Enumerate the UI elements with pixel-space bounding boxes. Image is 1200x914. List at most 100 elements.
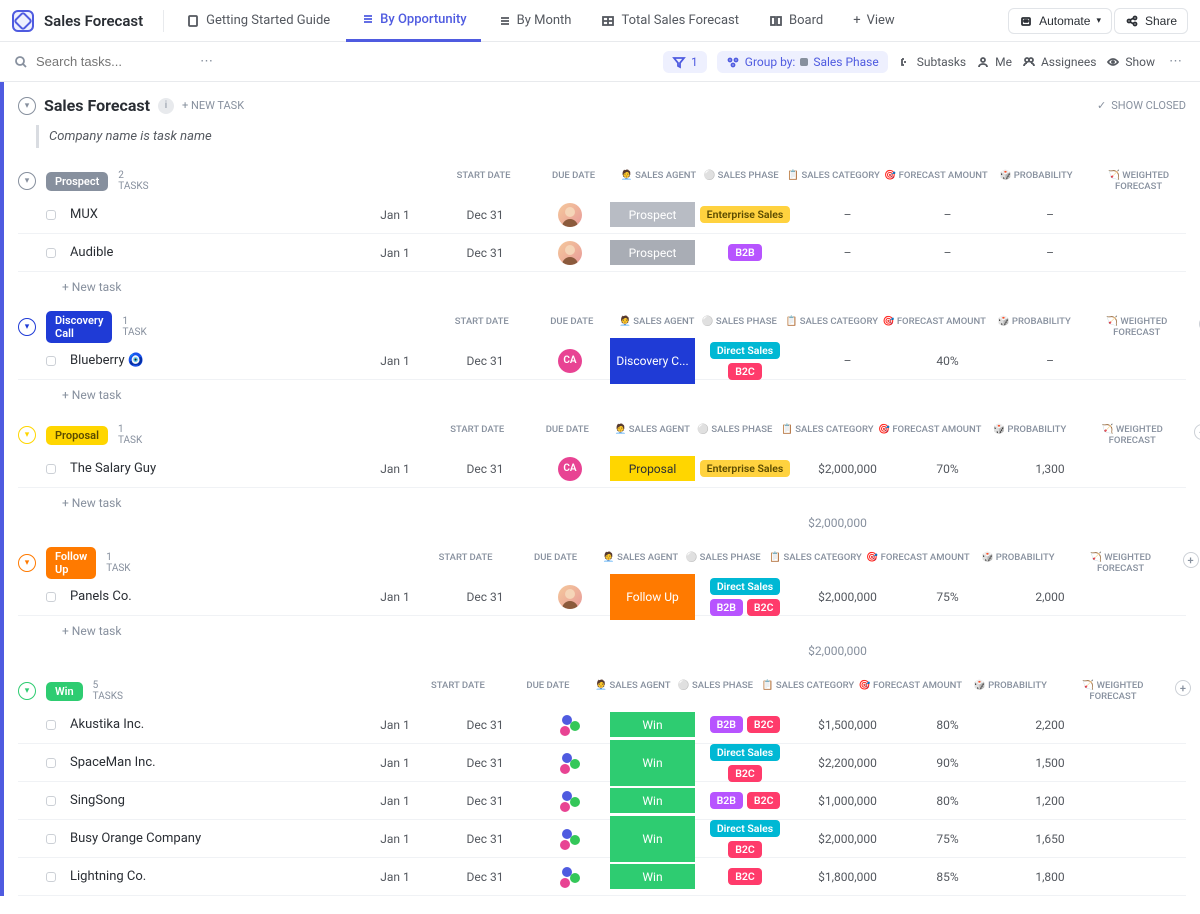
probability-cell[interactable]: 80% xyxy=(900,718,995,732)
task-name[interactable]: Akustika Inc. xyxy=(70,717,350,732)
tab-board[interactable]: Board xyxy=(755,0,837,42)
avatar-group[interactable] xyxy=(558,865,582,889)
task-name[interactable]: Lightning Co. xyxy=(70,869,350,884)
task-name[interactable]: SingSong xyxy=(70,793,350,808)
phase-cell[interactable]: Win xyxy=(610,712,695,737)
category-tag[interactable]: B2C xyxy=(747,716,781,733)
status-checkbox[interactable] xyxy=(46,356,56,366)
category-cell[interactable]: Direct SalesB2C xyxy=(695,338,795,384)
weighted-cell[interactable]: – xyxy=(995,246,1105,260)
group-badge[interactable]: Proposal xyxy=(46,426,108,445)
toolbar-more-icon[interactable]: ⋯ xyxy=(1165,50,1186,73)
add-column-button[interactable]: + xyxy=(1194,424,1200,440)
status-checkbox[interactable] xyxy=(46,210,56,220)
task-row[interactable]: Busy Orange Company Jan 1 Dec 31 Win Dir… xyxy=(18,820,1186,858)
probability-cell[interactable]: 40% xyxy=(900,354,995,368)
avatar-group[interactable] xyxy=(558,751,582,775)
avatar[interactable] xyxy=(558,585,582,609)
task-row[interactable]: MUX Jan 1 Dec 31 Prospect Enterprise Sal… xyxy=(18,196,1186,234)
category-cell[interactable]: Enterprise Sales xyxy=(695,202,795,227)
search[interactable] xyxy=(14,54,186,69)
task-name[interactable]: Panels Co. xyxy=(70,589,350,604)
status-checkbox[interactable] xyxy=(46,720,56,730)
due-date-cell[interactable]: Dec 31 xyxy=(440,832,530,846)
probability-cell[interactable]: 80% xyxy=(900,794,995,808)
weighted-cell[interactable]: 1,800 xyxy=(995,870,1105,884)
agent-cell[interactable]: CA xyxy=(530,349,610,373)
start-date-cell[interactable]: Jan 1 xyxy=(350,870,440,884)
probability-cell[interactable]: – xyxy=(900,208,995,222)
show-closed-button[interactable]: ✓SHOW CLOSED xyxy=(1097,99,1186,112)
start-date-cell[interactable]: Jan 1 xyxy=(350,832,440,846)
agent-cell[interactable]: CA xyxy=(530,457,610,481)
status-checkbox[interactable] xyxy=(46,834,56,844)
category-cell[interactable]: B2BB2C xyxy=(695,712,795,737)
collapse-group-icon[interactable]: ▾ xyxy=(18,172,36,190)
task-row[interactable]: Akustika Inc. Jan 1 Dec 31 Win B2BB2C $1… xyxy=(18,706,1186,744)
due-date-cell[interactable]: Dec 31 xyxy=(440,794,530,808)
phase-cell[interactable]: Proposal xyxy=(610,456,695,481)
phase-cell[interactable]: Prospect xyxy=(610,202,695,227)
share-button[interactable]: Share xyxy=(1114,8,1188,34)
due-date-cell[interactable]: Dec 31 xyxy=(440,208,530,222)
category-cell[interactable]: Direct SalesB2C xyxy=(695,816,795,862)
forecast-cell[interactable]: $2,000,000 xyxy=(795,832,900,846)
probability-cell[interactable]: 85% xyxy=(900,870,995,884)
category-cell[interactable]: B2B xyxy=(695,240,795,265)
forecast-cell[interactable]: $2,000,000 xyxy=(795,590,900,604)
due-date-cell[interactable]: Dec 31 xyxy=(440,718,530,732)
category-cell[interactable]: B2BB2C xyxy=(695,788,795,813)
due-date-cell[interactable]: Dec 31 xyxy=(440,246,530,260)
group-badge[interactable]: Win xyxy=(46,682,83,701)
start-date-cell[interactable]: Jan 1 xyxy=(350,246,440,260)
automate-button[interactable]: Automate▾ xyxy=(1008,8,1112,34)
collapse-list-icon[interactable]: ▾ xyxy=(18,97,36,115)
tab-getting-started[interactable]: Getting Started Guide xyxy=(172,0,344,42)
category-tag[interactable]: Direct Sales xyxy=(710,578,780,595)
forecast-cell[interactable]: $1,800,000 xyxy=(795,870,900,884)
add-column-button[interactable]: + xyxy=(1175,680,1191,696)
task-row[interactable]: Panels Co. Jan 1 Dec 31 Follow Up Direct… xyxy=(18,578,1186,616)
category-tag[interactable]: B2C xyxy=(728,868,762,885)
task-row[interactable]: SingSong Jan 1 Dec 31 Win B2BB2C $1,000,… xyxy=(18,782,1186,820)
status-checkbox[interactable] xyxy=(46,796,56,806)
start-date-cell[interactable]: Jan 1 xyxy=(350,462,440,476)
category-cell[interactable]: B2C xyxy=(695,864,795,889)
category-tag[interactable]: Enterprise Sales xyxy=(700,206,791,223)
forecast-cell[interactable]: $2,200,000 xyxy=(795,756,900,770)
weighted-cell[interactable]: 1,650 xyxy=(995,832,1105,846)
category-tag[interactable]: Enterprise Sales xyxy=(700,460,791,477)
category-tag[interactable]: B2C xyxy=(728,765,762,782)
forecast-cell[interactable]: – xyxy=(795,246,900,260)
avatar[interactable] xyxy=(558,241,582,265)
category-cell[interactable]: Enterprise Sales xyxy=(695,456,795,481)
task-name[interactable]: SpaceMan Inc. xyxy=(70,755,350,770)
weighted-cell[interactable]: – xyxy=(995,354,1105,368)
due-date-cell[interactable]: Dec 31 xyxy=(440,462,530,476)
start-date-cell[interactable]: Jan 1 xyxy=(350,590,440,604)
forecast-cell[interactable]: – xyxy=(795,208,900,222)
avatar[interactable] xyxy=(558,203,582,227)
show-button[interactable]: Show xyxy=(1106,55,1155,69)
tab-by-month[interactable]: By Month xyxy=(483,0,586,42)
due-date-cell[interactable]: Dec 31 xyxy=(440,590,530,604)
forecast-cell[interactable]: $1,000,000 xyxy=(795,794,900,808)
due-date-cell[interactable]: Dec 31 xyxy=(440,756,530,770)
category-cell[interactable]: Direct SalesB2BB2C xyxy=(695,574,795,620)
agent-cell[interactable] xyxy=(530,585,610,609)
phase-cell[interactable]: Win xyxy=(610,788,695,813)
tab-by-opportunity[interactable]: By Opportunity xyxy=(346,0,480,42)
probability-cell[interactable]: – xyxy=(900,246,995,260)
task-name[interactable]: MUX xyxy=(70,207,350,222)
category-tag[interactable]: B2B xyxy=(710,716,743,733)
group-badge[interactable]: Prospect xyxy=(46,172,108,191)
task-row[interactable]: SpaceMan Inc. Jan 1 Dec 31 Win Direct Sa… xyxy=(18,744,1186,782)
avatar[interactable]: CA xyxy=(558,457,582,481)
status-checkbox[interactable] xyxy=(46,758,56,768)
task-row[interactable]: Lightning Co. Jan 1 Dec 31 Win B2C $1,80… xyxy=(18,858,1186,896)
probability-cell[interactable]: 90% xyxy=(900,756,995,770)
phase-cell[interactable]: Discovery C... xyxy=(610,338,695,384)
category-cell[interactable]: Direct SalesB2C xyxy=(695,740,795,786)
task-row[interactable]: Blueberry 🧿 Jan 1 Dec 31 CA Discovery C.… xyxy=(18,342,1186,380)
new-task-button[interactable]: + NEW TASK xyxy=(182,99,244,112)
